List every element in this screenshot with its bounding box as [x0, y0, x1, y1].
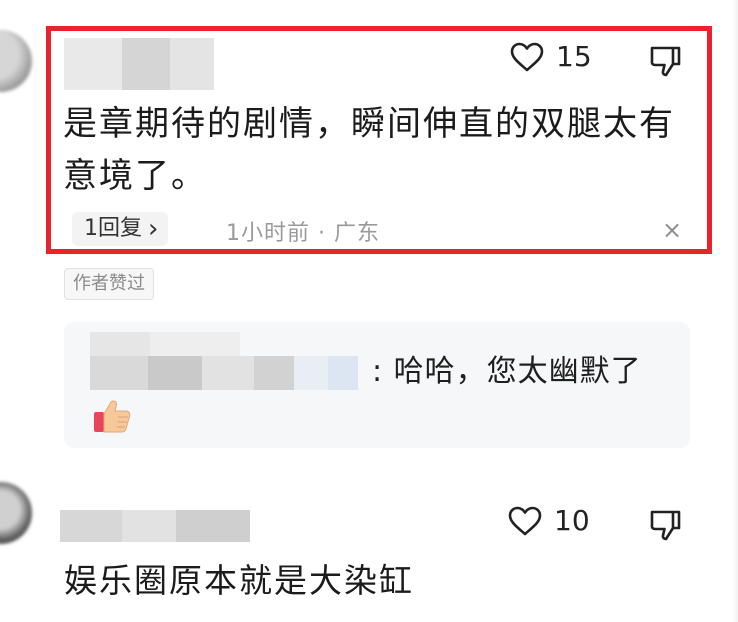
thumbs-up-icon [92, 398, 132, 438]
username-blurred[interactable] [64, 38, 214, 90]
username-blurred[interactable] [60, 510, 250, 542]
author-liked-badge: 作者赞过 [64, 268, 154, 300]
scroll-edge [732, 0, 738, 622]
like-button[interactable]: 15 [510, 40, 592, 73]
view-replies-button[interactable]: 1回复 › [72, 212, 169, 246]
dislike-button[interactable] [648, 508, 682, 546]
comment-text: 是章期待的剧情，瞬间伸直的双腿太有意境了。 [63, 104, 675, 196]
reply-text: : 哈哈，您太幽默了 [372, 354, 642, 389]
avatar[interactable] [0, 482, 32, 544]
heart-outline-icon [510, 42, 544, 71]
like-count: 10 [554, 504, 590, 537]
thumbs-down-icon [650, 510, 681, 541]
like-count: 15 [556, 40, 592, 73]
reply-username-blurred-top [90, 332, 240, 356]
heart-outline-icon [508, 506, 542, 535]
chevron-right-icon: › [148, 214, 159, 244]
avatar[interactable] [0, 30, 32, 92]
reply-username-blurred[interactable] [90, 356, 358, 390]
dislike-button[interactable] [648, 44, 682, 82]
comment-text: 娱乐圈原本就是大染缸 [64, 561, 414, 600]
comment-meta: 1小时前 · 广东 [226, 221, 380, 246]
close-icon[interactable]: × [662, 216, 682, 244]
thumbs-down-icon [650, 46, 681, 77]
reply-count-label: 1回复 [84, 216, 142, 241]
like-button[interactable]: 10 [508, 504, 590, 537]
